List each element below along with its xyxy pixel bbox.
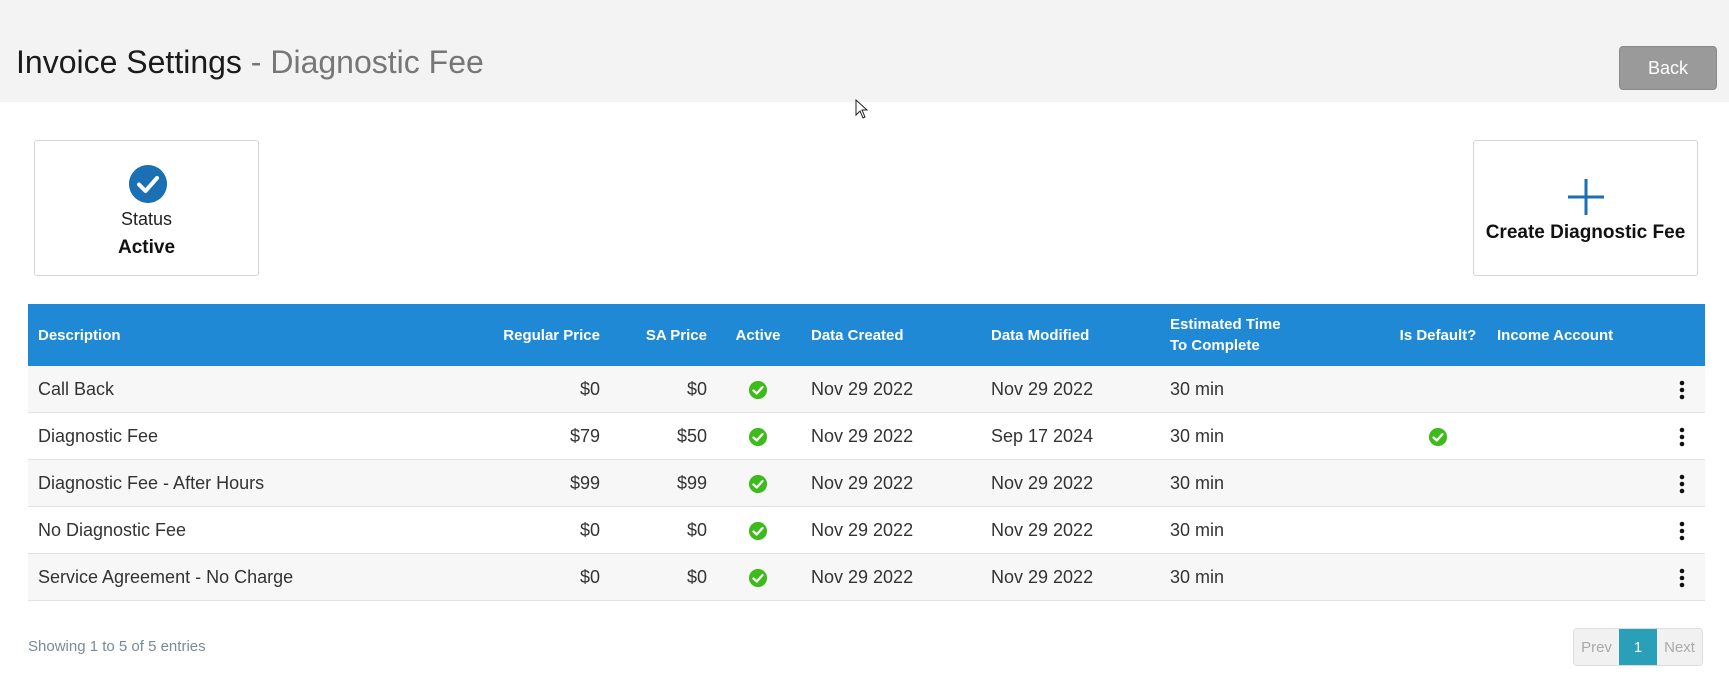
pagination: Prev 1 Next [1573,628,1703,666]
entries-info: Showing 1 to 5 of 5 entries [28,638,206,655]
cell-is-default [1378,507,1498,554]
status-label: Status [120,209,173,229]
cell-sa-price: $0 [686,567,707,587]
cell-date-modified: Nov 29 2022 [991,473,1094,493]
row-actions-menu-button[interactable] [1669,507,1695,554]
column-header-date-created[interactable]: Data Created [811,304,981,366]
cell-estimated-time: 30 min [1170,426,1225,446]
cell-income-account [1497,413,1647,460]
next-page-button[interactable]: Next [1657,629,1702,665]
cell-date-created: Nov 29 2022 [811,473,914,493]
active-check-icon [749,380,767,399]
cell-regular-price: $79 [569,426,600,446]
table-row[interactable]: Call Back $0 $0 Nov 29 2022 Nov 29 2022 30 mi… [28,366,1705,413]
column-header-estimated-time[interactable]: Estimated Time To Complete [1170,304,1370,366]
cell-estimated-time: 30 min [1170,520,1225,540]
cell-description: No Diagnostic Fee [38,520,187,540]
create-diagnostic-fee-label: Create Diagnostic Fee [1485,222,1686,243]
page-header: Invoice Settings - Diagnostic Fee Back [0,0,1729,102]
column-header-sa-price[interactable]: SA Price [608,304,707,366]
check-circle-icon [129,165,167,203]
cell-regular-price: $0 [579,520,600,540]
active-check-icon [749,521,767,540]
column-header-income-account[interactable]: Income Account [1497,304,1647,366]
cell-description: Call Back [38,379,115,399]
table-row[interactable]: Service Agreement - No Charge $0 $0 Nov 29 … [28,554,1705,601]
status-value: Active [117,237,176,258]
cell-is-default [1378,413,1498,460]
cell-income-account [1497,554,1647,601]
table-row[interactable]: Diagnostic Fee - After Hours $99 $99 Nov 29… [28,460,1705,507]
active-check-icon [749,568,767,587]
row-actions-menu-button[interactable] [1669,366,1695,413]
cell-active [728,460,788,507]
cell-date-created: Nov 29 2022 [811,567,914,587]
cell-active [728,413,788,460]
cell-is-default [1378,554,1498,601]
cell-description: Service Agreement - No Charge [38,567,294,587]
cell-estimated-time: 30 min [1170,473,1225,493]
page-title: Invoice Settings - Diagnostic Fee [16,44,484,81]
cell-sa-price: $0 [686,379,707,399]
cell-sa-price: $0 [686,520,707,540]
cell-date-created: Nov 29 2022 [811,379,914,399]
row-actions-menu-button[interactable] [1669,413,1695,460]
kebab-menu-icon [1679,568,1685,587]
cell-sa-price: $99 [676,473,707,493]
cell-income-account [1497,460,1647,507]
page-title-main: Invoice Settings [16,44,242,80]
cell-date-created: Nov 29 2022 [811,426,914,446]
status-card: Status Active [34,140,259,276]
prev-page-button[interactable]: Prev [1574,629,1619,665]
table-row[interactable]: No Diagnostic Fee $0 $0 Nov 29 2022 Nov 29 2… [28,507,1705,554]
create-diagnostic-fee-button[interactable]: Create Diagnostic Fee [1473,140,1698,276]
table-row[interactable]: Diagnostic Fee $79 $50 Nov 29 2022 Sep 17 20… [28,413,1705,460]
default-check-icon [1429,427,1447,446]
kebab-menu-icon [1679,521,1685,540]
table-header: Description Regular Price SA Price Activ… [28,304,1705,366]
cell-date-modified: Sep 17 2024 [991,426,1094,446]
active-check-icon [749,427,767,446]
cell-regular-price: $0 [579,379,600,399]
cell-estimated-time: 30 min [1170,379,1225,399]
column-header-estimated-time-line1: Estimated Time [1170,316,1281,333]
cell-active [728,554,788,601]
diagnostic-fee-table: Description Regular Price SA Price Activ… [28,304,1705,601]
cell-sa-price: $50 [676,426,707,446]
row-actions-menu-button[interactable] [1669,460,1695,507]
column-header-estimated-time-line2: To Complete [1170,337,1260,354]
cell-description: Diagnostic Fee - After Hours [38,473,265,493]
cell-regular-price: $0 [579,567,600,587]
cell-regular-price: $99 [569,473,600,493]
cell-income-account [1497,507,1647,554]
column-header-active[interactable]: Active [728,304,788,366]
table-body: Call Back $0 $0 Nov 29 2022 Nov 29 2022 30 mi… [28,366,1705,601]
page-1-button[interactable]: 1 [1619,629,1657,665]
cell-estimated-time: 30 min [1170,567,1225,587]
kebab-menu-icon [1679,380,1685,399]
kebab-menu-icon [1679,427,1685,446]
cell-income-account [1497,366,1647,413]
column-header-date-modified[interactable]: Data Modified [991,304,1161,366]
cell-is-default [1378,366,1498,413]
plus-icon [1568,179,1604,215]
cell-is-default [1378,460,1498,507]
mouse-cursor-icon [855,99,869,119]
active-check-icon [749,474,767,493]
kebab-menu-icon [1679,474,1685,493]
cell-active [728,507,788,554]
column-header-is-default[interactable]: Is Default? [1378,304,1498,366]
cell-date-modified: Nov 29 2022 [991,567,1094,587]
back-button[interactable]: Back [1619,46,1717,90]
cell-active [728,366,788,413]
column-header-description[interactable]: Description [38,304,438,366]
column-header-regular-price[interactable]: Regular Price [428,304,600,366]
cell-date-modified: Nov 29 2022 [991,520,1094,540]
page-subtitle: - Diagnostic Fee [241,44,484,80]
cell-date-created: Nov 29 2022 [811,520,914,540]
row-actions-menu-button[interactable] [1669,554,1695,601]
cell-description: Diagnostic Fee [38,426,159,446]
cell-date-modified: Nov 29 2022 [991,379,1094,399]
